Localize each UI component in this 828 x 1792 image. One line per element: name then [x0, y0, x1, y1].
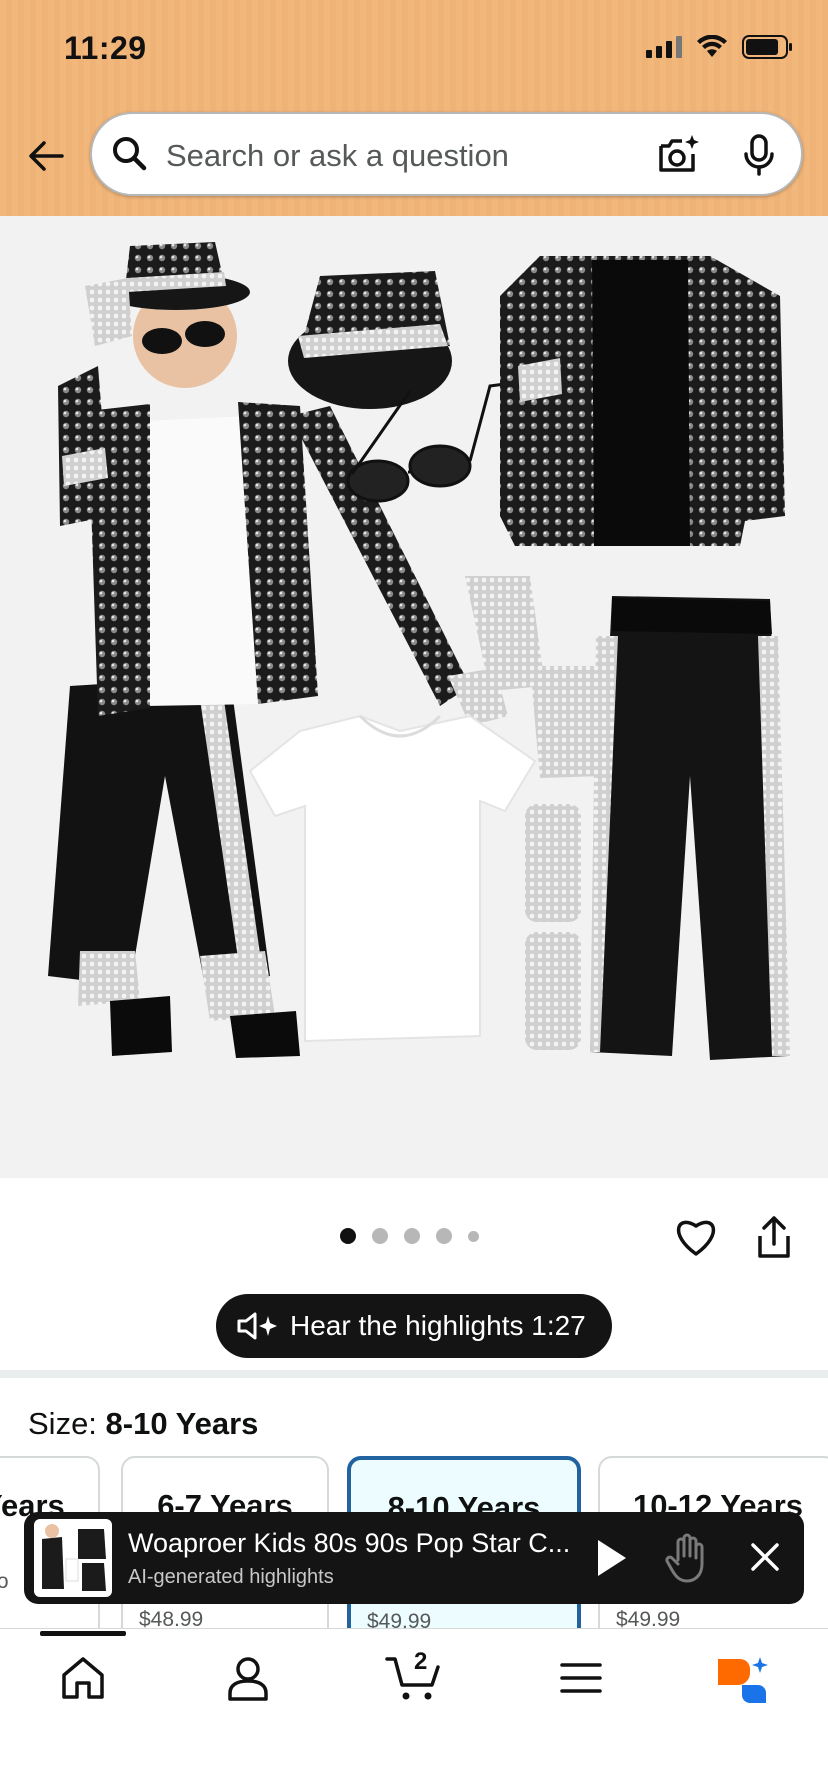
search-bar[interactable]: Search or ask a question: [90, 112, 803, 196]
active-tab-indicator: [40, 1631, 126, 1636]
pants-item: [590, 596, 790, 1060]
search-icon: [113, 137, 147, 171]
home-icon[interactable]: [58, 1653, 108, 1703]
player-subtitle: AI-generated highlights: [128, 1566, 334, 1588]
player-thumbnail: [34, 1519, 112, 1597]
jacket-item: [500, 256, 785, 546]
product-image[interactable]: [0, 216, 828, 1178]
hand-stop-icon[interactable]: [664, 1532, 710, 1584]
speaker-sparkle-icon: [237, 1312, 277, 1340]
cellular-signal-icon: [646, 36, 682, 58]
camera-search-icon[interactable]: [655, 132, 701, 178]
close-icon[interactable]: [746, 1538, 784, 1576]
back-arrow-icon[interactable]: [24, 134, 68, 178]
status-time: 11:29: [64, 30, 147, 66]
heart-icon[interactable]: [672, 1212, 720, 1258]
play-icon[interactable]: [590, 1536, 630, 1580]
pagination-dot[interactable]: [340, 1228, 356, 1244]
status-icons: [646, 34, 794, 60]
size-label: Size:: [28, 1406, 106, 1441]
battery-icon: [742, 35, 792, 59]
cart-count-badge: 2: [414, 1648, 428, 1675]
section-divider: [0, 1370, 828, 1378]
hat-item: [288, 271, 452, 409]
hear-highlights-label: Hear the highlights 1:27: [290, 1310, 586, 1341]
menu-icon[interactable]: [556, 1653, 606, 1703]
header: 11:29 Search or ask a question: [0, 0, 828, 216]
search-input[interactable]: Search or ask a question: [166, 138, 509, 174]
size-selected-value: 8-10 Years: [105, 1406, 259, 1441]
audio-highlights-player[interactable]: Woaproer Kids 80s 90s Pop Star C... AI-g…: [24, 1512, 804, 1604]
pagination-dot[interactable]: [468, 1230, 479, 1242]
pagination-dot[interactable]: [372, 1228, 388, 1244]
account-icon[interactable]: [223, 1653, 273, 1703]
pagination-dot[interactable]: [436, 1228, 452, 1244]
share-icon[interactable]: [754, 1214, 794, 1260]
costume-illustration: [48, 242, 790, 1060]
size-option-price-fragment: fro: [0, 1570, 9, 1594]
leg-warmers-item: [525, 804, 581, 1050]
microphone-icon[interactable]: [741, 132, 777, 178]
rufus-assistant-icon[interactable]: [714, 1653, 770, 1705]
wifi-icon: [697, 35, 727, 57]
size-heading: Size: 8-10 Years: [28, 1406, 258, 1442]
hear-highlights-button[interactable]: Hear the highlights 1:27: [216, 1294, 612, 1358]
player-title: Woaproer Kids 80s 90s Pop Star C...: [128, 1528, 571, 1558]
tshirt-item: [248, 714, 537, 1043]
pagination-dot[interactable]: [404, 1228, 420, 1244]
gallery-pagination[interactable]: [340, 1228, 479, 1244]
